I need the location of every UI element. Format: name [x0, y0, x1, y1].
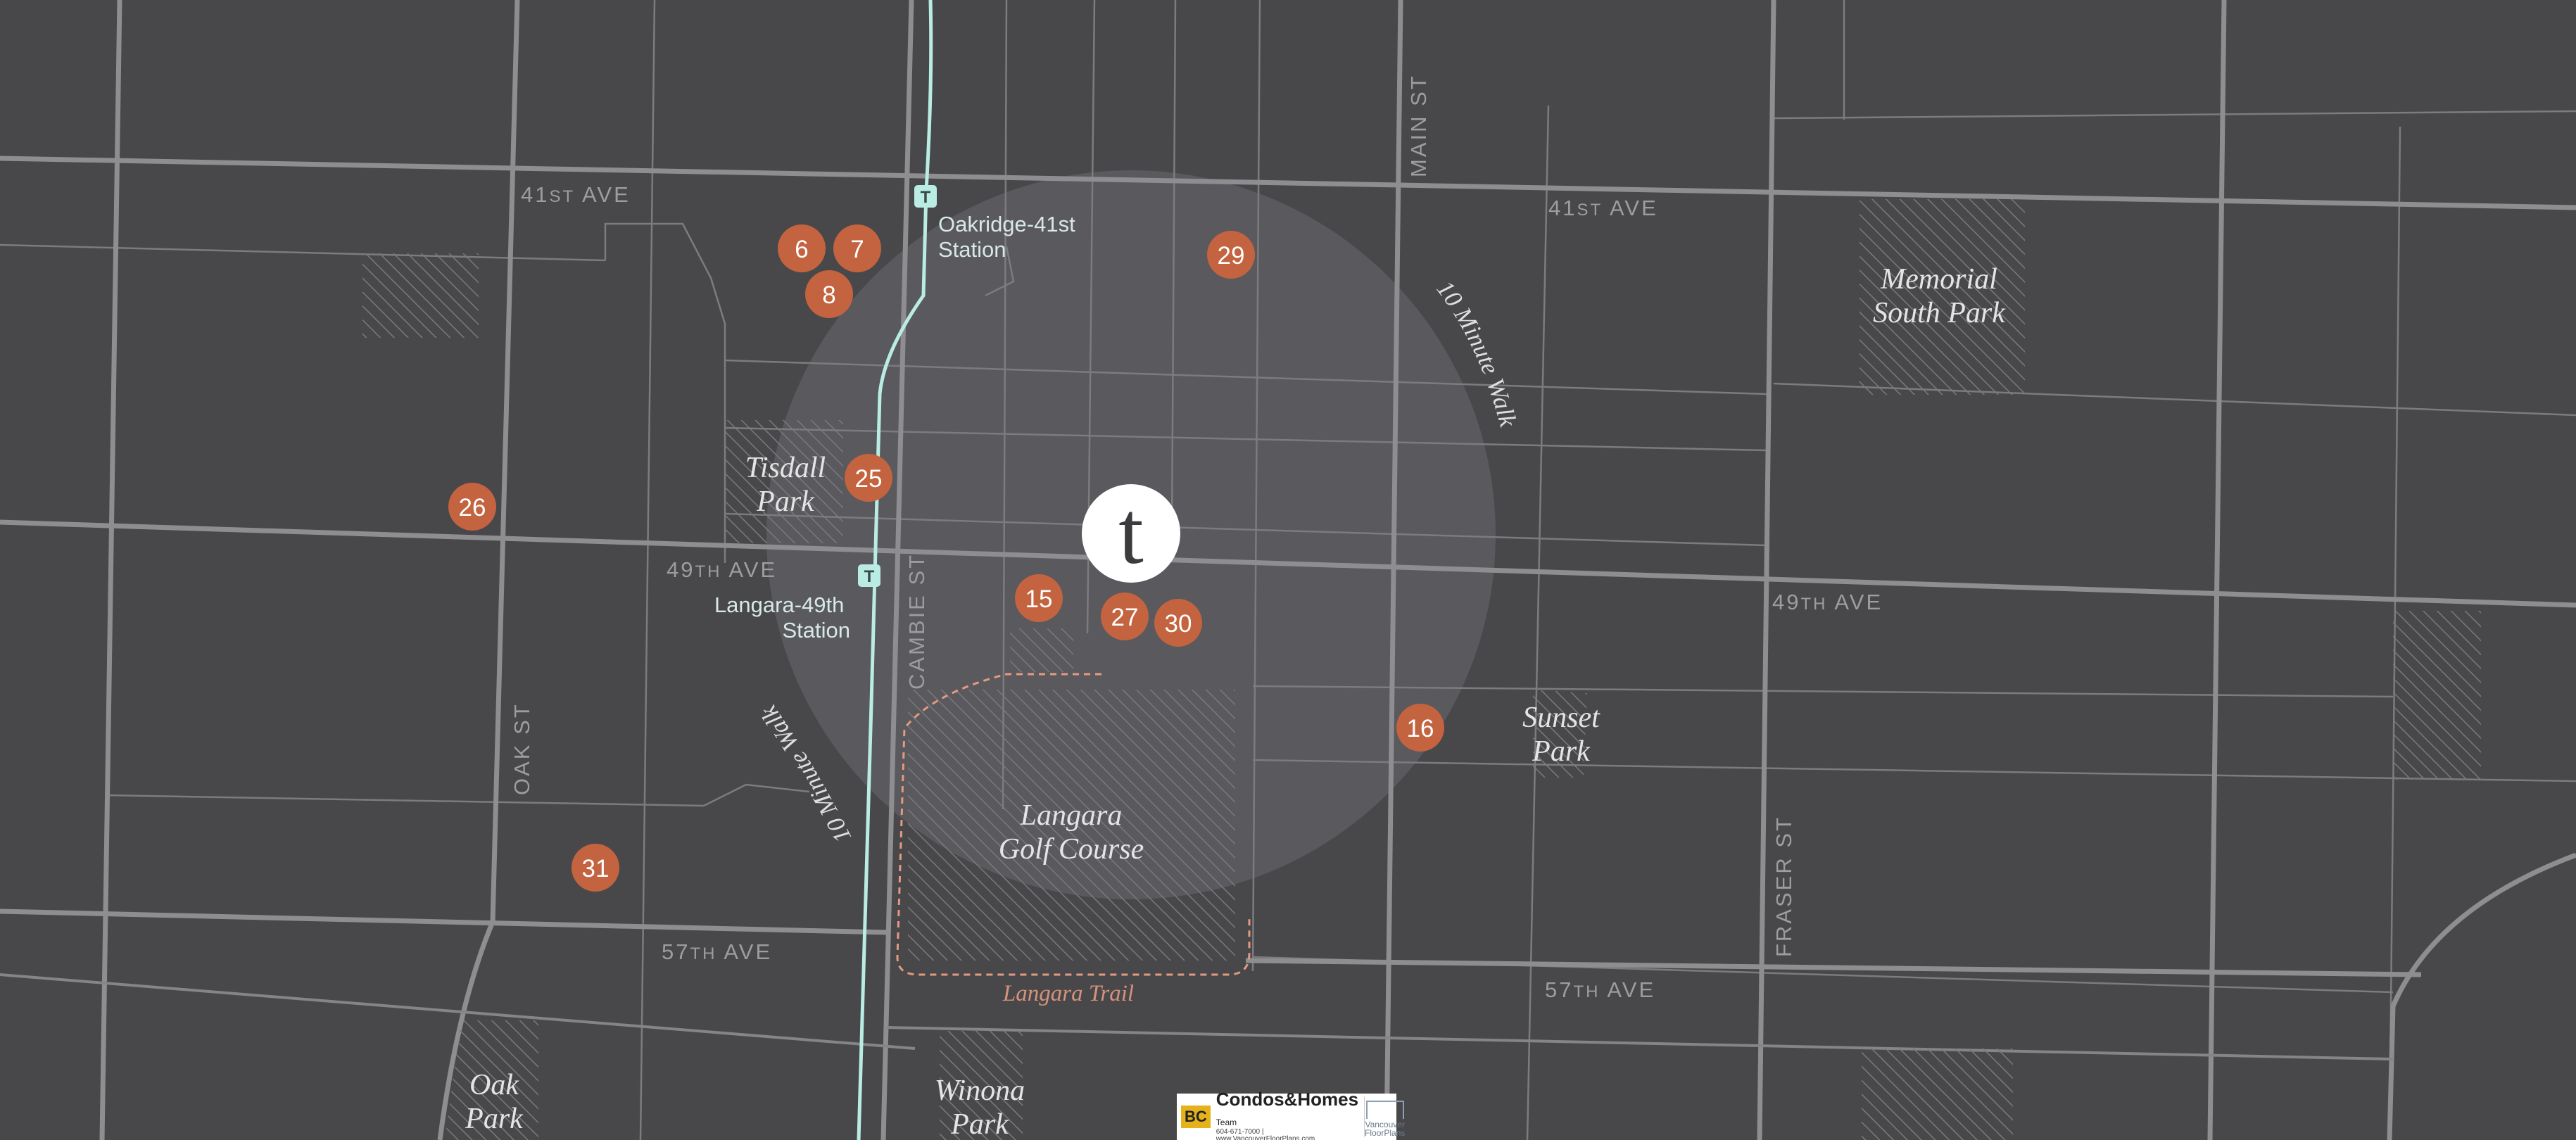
- svg-text:t: t: [1118, 483, 1144, 583]
- svg-text:30: 30: [1165, 610, 1192, 638]
- transit-station-oakridge-icon[interactable]: T: [914, 185, 937, 208]
- street-label-41st-east: 41ST AVE: [1548, 196, 1658, 220]
- poi-marker-8[interactable]: 8: [805, 270, 853, 318]
- park-area-nw: [362, 253, 479, 338]
- park-area-small: [1010, 628, 1073, 672]
- street-label-main: MAIN ST: [1406, 74, 1431, 177]
- neighborhood-map: T T Oakridge-41st Station Langara-49th S…: [0, 0, 2576, 1140]
- park-area-east: [2393, 611, 2481, 780]
- house-icon: [1365, 1101, 1404, 1119]
- svg-text:26: 26: [459, 494, 486, 521]
- trail-label-langara: Langara Trail: [1002, 981, 1134, 1006]
- svg-text:T: T: [864, 567, 875, 586]
- svg-text:7: 7: [850, 236, 864, 263]
- badge-title: Condos&Homes Team: [1216, 1089, 1359, 1127]
- svg-text:6: 6: [795, 236, 808, 263]
- poi-marker-15[interactable]: 15: [1015, 574, 1063, 622]
- badge-bc-mark: BC: [1181, 1106, 1211, 1128]
- street-label-49th-west: 49TH AVE: [667, 557, 777, 582]
- svg-text:16: 16: [1407, 715, 1434, 742]
- svg-text:25: 25: [855, 465, 883, 493]
- street-label-41st-west: 41ST AVE: [521, 182, 631, 207]
- poi-marker-26[interactable]: 26: [448, 483, 496, 531]
- poi-marker-16[interactable]: 16: [1396, 704, 1444, 752]
- transit-station-langara-icon[interactable]: T: [858, 564, 880, 587]
- svg-text:8: 8: [822, 281, 835, 309]
- street-label-49th-east: 49TH AVE: [1772, 590, 1883, 614]
- poi-marker-7[interactable]: 7: [833, 224, 881, 272]
- badge-text: Condos&Homes Team 604-671-7000 | www.Van…: [1216, 1090, 1358, 1140]
- svg-text:29: 29: [1218, 242, 1245, 270]
- svg-text:T: T: [921, 188, 931, 207]
- park-area-south-east: [1862, 1049, 2013, 1140]
- street-label-57th-east: 57TH AVE: [1545, 977, 1655, 1002]
- poi-marker-31[interactable]: 31: [572, 844, 619, 892]
- poi-marker-25[interactable]: 25: [845, 454, 892, 502]
- poi-marker-30[interactable]: 30: [1154, 599, 1202, 647]
- watermark-badge[interactable]: BC Condos&Homes Team 604-671-7000 | www.…: [1177, 1090, 1405, 1140]
- secondary-roads: [0, 973, 2394, 1060]
- street-label-oak: OAK ST: [510, 702, 534, 795]
- svg-text:27: 27: [1111, 604, 1139, 631]
- street-label-57th-west: 57TH AVE: [662, 939, 772, 964]
- poi-marker-29[interactable]: 29: [1207, 231, 1255, 279]
- street-label-cambie: CAMBIE ST: [904, 553, 929, 690]
- station-label-langara: Langara-49th Station: [714, 593, 850, 642]
- map-canvas: T T Oakridge-41st Station Langara-49th S…: [0, 0, 2576, 1140]
- badge-contact: 604-671-7000 | www.VancouverFloorPlans.c…: [1216, 1127, 1315, 1140]
- poi-marker-6[interactable]: 6: [778, 224, 826, 272]
- svg-text:31: 31: [582, 855, 610, 882]
- badge-floorplans-logo: Vancouver FloorPlans: [1364, 1096, 1405, 1137]
- svg-text:15: 15: [1025, 585, 1053, 613]
- street-label-fraser: FRASER ST: [1772, 816, 1796, 957]
- poi-marker-27[interactable]: 27: [1101, 593, 1149, 640]
